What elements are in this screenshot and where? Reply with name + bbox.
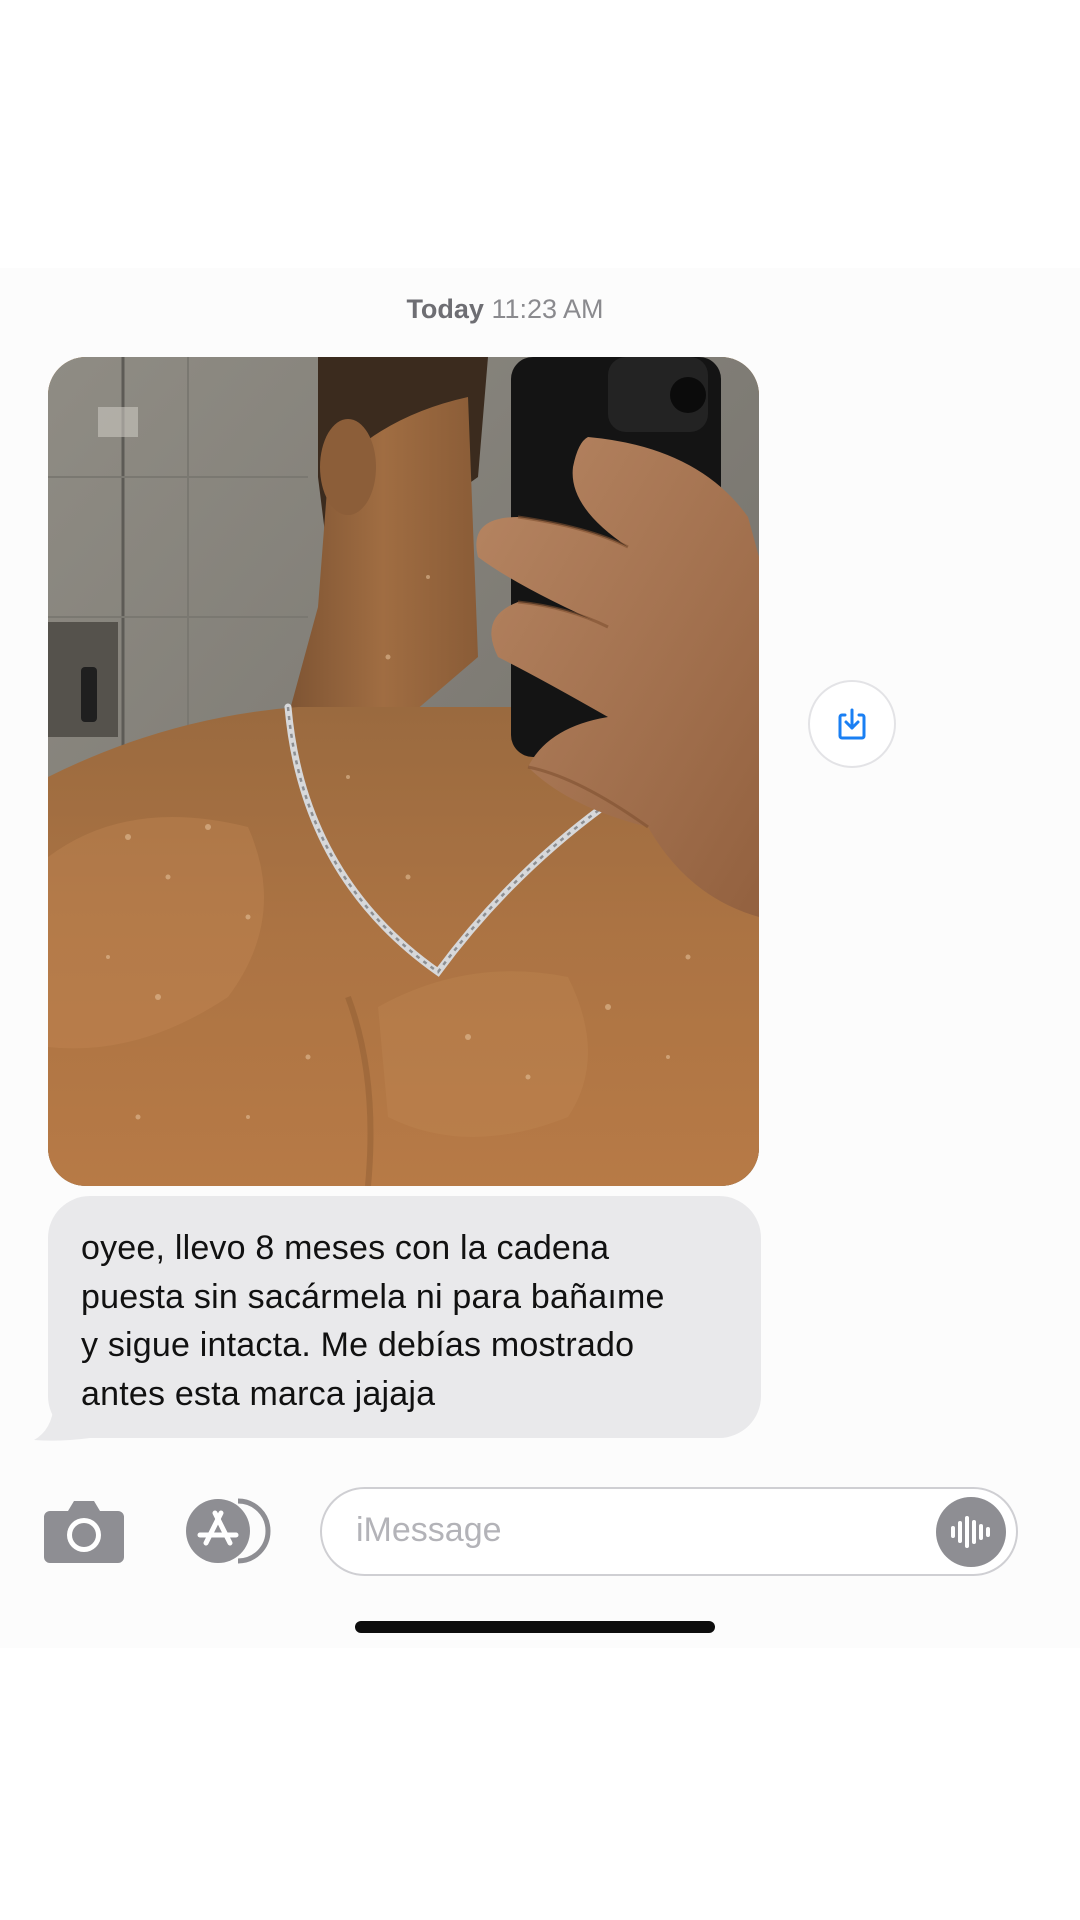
home-indicator[interactable] [355, 1621, 715, 1633]
message-line: puesta sin sacármela ni para bañaıme [81, 1277, 665, 1316]
message-line: y sigue intacta. Me debías mostrado [81, 1326, 635, 1364]
audio-message-button[interactable] [936, 1497, 1006, 1567]
imessage-input[interactable]: iMessage [320, 1487, 1018, 1576]
camera-button[interactable] [42, 1497, 126, 1565]
timestamp-time: 11:23 AM [491, 294, 604, 324]
waveform-icon [951, 1516, 990, 1548]
message-line: oyee, llevo 8 meses con la cadena [81, 1229, 610, 1267]
incoming-text-bubble[interactable]: oyee, llevo 8 meses con la cadena puesta… [48, 1196, 761, 1438]
photo-image [48, 357, 759, 1186]
download-icon [838, 708, 866, 740]
timestamp-day: Today [406, 294, 484, 324]
app-store-icon [186, 1498, 271, 1564]
message-line: antes esta marca jajaja [81, 1374, 436, 1413]
photo-message-bubble[interactable] [48, 357, 759, 1186]
imessage-screen: Today 11:23 AM oyee, llevo 8 meses con l… [0, 0, 1080, 1920]
message-timestamp: Today 11:23 AM [0, 294, 1010, 325]
save-photo-button[interactable] [808, 680, 896, 768]
camera-icon [44, 1501, 124, 1563]
app-store-button[interactable] [178, 1497, 278, 1565]
input-placeholder: iMessage [356, 1511, 502, 1549]
